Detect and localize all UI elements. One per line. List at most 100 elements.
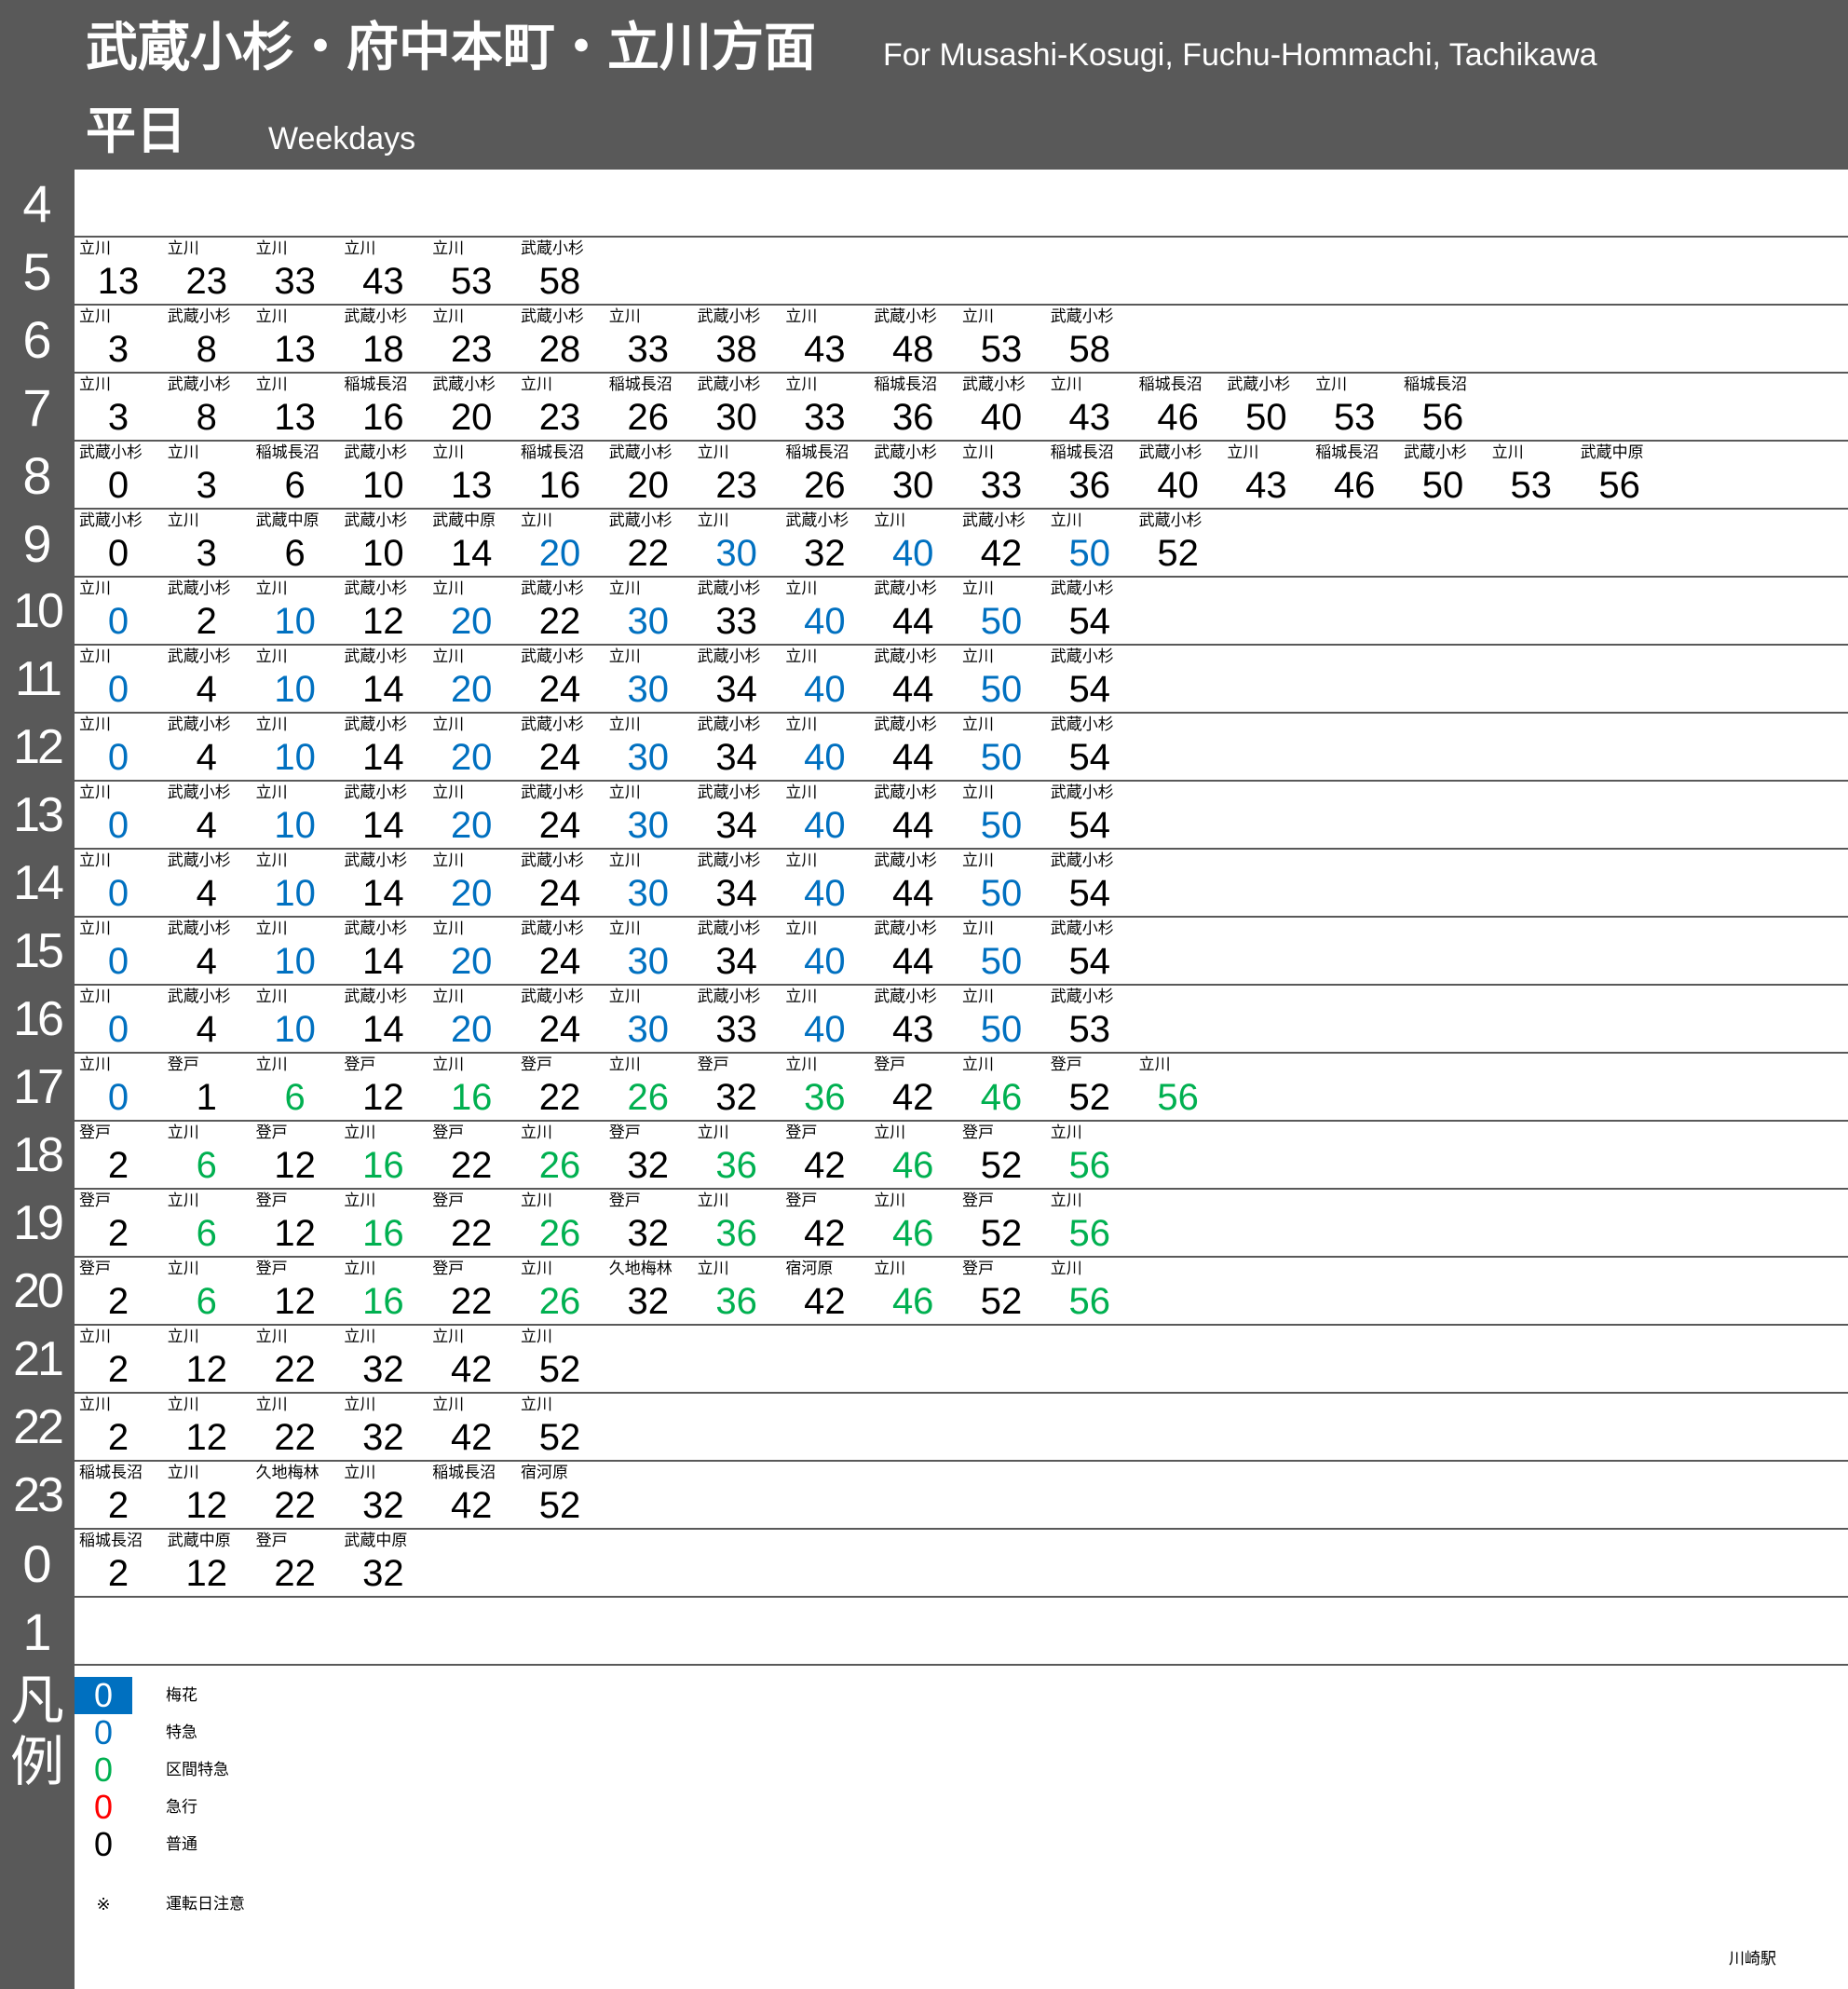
departure-cell: 立川 33 [781, 374, 868, 442]
destination-label: 武蔵小杉 [167, 988, 231, 1006]
departure-minute: 36 [1068, 465, 1111, 506]
departure-cell: 立川 0 [75, 646, 162, 714]
departure-cell: 立川 20 [428, 782, 515, 850]
departure-cell: 登戸 22 [428, 1190, 515, 1258]
departure-minute: 52 [538, 1349, 581, 1390]
departure-minute: 56 [1421, 397, 1464, 438]
departure-minute: 14 [362, 873, 404, 914]
hour-label: 20 [13, 1264, 64, 1318]
destination-label: 武蔵小杉 [697, 375, 761, 394]
departure-minute: 12 [362, 601, 404, 642]
departure-minute: 24 [538, 873, 581, 914]
departure-cell: 武蔵小杉 10 [339, 442, 427, 510]
departure-cell: 立川 26 [516, 1122, 604, 1190]
departure-cell: 立川 50 [1046, 510, 1134, 578]
destination-label: 武蔵小杉 [1050, 307, 1114, 326]
departure-cell: 立川 46 [869, 1122, 957, 1190]
destination-label: 立川 [79, 715, 111, 734]
destination-label: 登戸 [255, 1532, 288, 1550]
departure-cell: 稲城長沼 26 [781, 442, 868, 510]
destination-label: 立川 [255, 1396, 288, 1414]
departure-cell: 立川 16 [339, 1258, 427, 1326]
departure-minute: 36 [715, 1281, 757, 1322]
departure-cell: 立川 43 [1222, 442, 1310, 510]
departure-minute: 20 [450, 737, 493, 778]
departure-minute: 46 [1157, 397, 1199, 438]
departure-minute: 50 [980, 1009, 1023, 1050]
row-divider [75, 1664, 1848, 1666]
departure-cell: 立川 13 [75, 238, 162, 306]
destination-label: 立川 [1227, 443, 1259, 462]
destination-label: 武蔵小杉 [962, 375, 1026, 394]
departure-minute: 44 [891, 805, 934, 846]
destination-label: 武蔵小杉 [874, 579, 938, 598]
direction-title-en: For Musashi-Kosugi, Fuchu-Hommachi, Tach… [883, 37, 1597, 73]
departure-cell: 武蔵小杉 24 [516, 850, 604, 918]
hour-row: 22 立川 2 立川 12 立川 22 立川 32 立川 42 立川 52 [0, 1394, 1848, 1462]
departure-minute: 50 [1245, 397, 1287, 438]
departure-minute: 16 [450, 1077, 493, 1118]
destination-label: 立川 [79, 988, 111, 1006]
hour-row: 20 登戸 2 立川 6 登戸 12 立川 16 登戸 22 立川 26 久地梅林 32 立川 36 宿河原 42 立… [0, 1258, 1848, 1326]
departure-cell: 武蔵小杉 22 [516, 578, 604, 646]
destination-label: 立川 [79, 375, 111, 394]
departure-cell: 立川 26 [516, 1258, 604, 1326]
departure-cell: 武蔵小杉 33 [693, 986, 781, 1054]
departure-cell: 稲城長沼 2 [75, 1530, 162, 1598]
departure-minute: 56 [1068, 1145, 1111, 1186]
destination-label: 宿河原 [785, 1260, 834, 1278]
destination-label: 立川 [432, 920, 465, 938]
departure-cell: 立川 23 [428, 306, 515, 374]
destination-label: 稲城長沼 [432, 1464, 496, 1482]
departure-minute: 13 [97, 261, 140, 302]
departure-minute: 43 [1245, 465, 1287, 506]
timetable-rows: 4 5 立川 13 立川 23 立川 33 立川 43 立川 53 武蔵小杉 58 6 立川 3 武蔵小杉 8 立川 1… [0, 170, 1848, 1666]
departure-minute: 12 [185, 1349, 228, 1390]
destination-label: 立川 [255, 1056, 288, 1074]
destination-label: 武蔵小杉 [608, 443, 673, 462]
departure-minute: 32 [627, 1281, 670, 1322]
departure-cell: 立川 50 [958, 714, 1045, 782]
destination-label: 登戸 [697, 1056, 729, 1074]
destination-label: 登戸 [432, 1260, 465, 1278]
hour-row: 14 立川 0 武蔵小杉 4 立川 10 武蔵小杉 14 立川 20 武蔵小杉 24 立川 30 武蔵小杉 34… [0, 850, 1848, 918]
departure-minute: 20 [450, 941, 493, 982]
departure-minute: 20 [450, 873, 493, 914]
departure-minute: 44 [891, 873, 934, 914]
departure-minute: 24 [538, 1009, 581, 1050]
departure-cell: 立川 42 [428, 1394, 515, 1462]
destination-label: 立川 [1315, 375, 1348, 394]
departure-minute: 4 [196, 737, 217, 778]
destination-label: 立川 [874, 511, 906, 530]
departure-cell: 立川 56 [1046, 1190, 1134, 1258]
departure-cell: 武蔵小杉 24 [516, 918, 604, 986]
departure-minute: 44 [891, 737, 934, 778]
hour-label: 19 [13, 1196, 64, 1250]
departure-minute: 50 [980, 805, 1023, 846]
hour-row: 9 武蔵小杉 0 立川 3 武蔵中原 6 武蔵小杉 10 武蔵中原 14 立川 20 武蔵小杉 22 立川 30… [0, 510, 1848, 578]
departure-cell: 武蔵小杉 33 [693, 578, 781, 646]
departure-minute: 22 [538, 601, 581, 642]
destination-label: 立川 [785, 647, 818, 666]
departure-minute: 40 [804, 1009, 846, 1050]
departure-cell: 登戸 12 [339, 1054, 427, 1122]
destination-label: 立川 [962, 579, 994, 598]
departure-cell: 登戸 32 [693, 1054, 781, 1122]
departure-minute: 44 [891, 601, 934, 642]
departure-minute: 54 [1068, 805, 1111, 846]
departure-cell: 武蔵小杉 4 [163, 782, 251, 850]
legend-sample: 0 [93, 1788, 114, 1826]
departure-minute: 4 [196, 669, 217, 710]
station-name: 川崎駅 [1729, 1950, 1776, 1969]
destination-label: 立川 [697, 1124, 729, 1142]
departure-cell: 登戸 52 [958, 1258, 1045, 1326]
departure-cell: 立川 50 [958, 578, 1045, 646]
legend-sample: 0 [93, 1751, 114, 1789]
departure-cell: 立川 26 [516, 1190, 604, 1258]
departure-minute: 36 [891, 397, 934, 438]
departure-minute: 13 [450, 465, 493, 506]
destination-label: 立川 [167, 1260, 199, 1278]
departure-cell: 武蔵小杉 8 [163, 306, 251, 374]
departure-minute: 12 [185, 1553, 228, 1594]
departure-cell: 立川 40 [781, 782, 868, 850]
